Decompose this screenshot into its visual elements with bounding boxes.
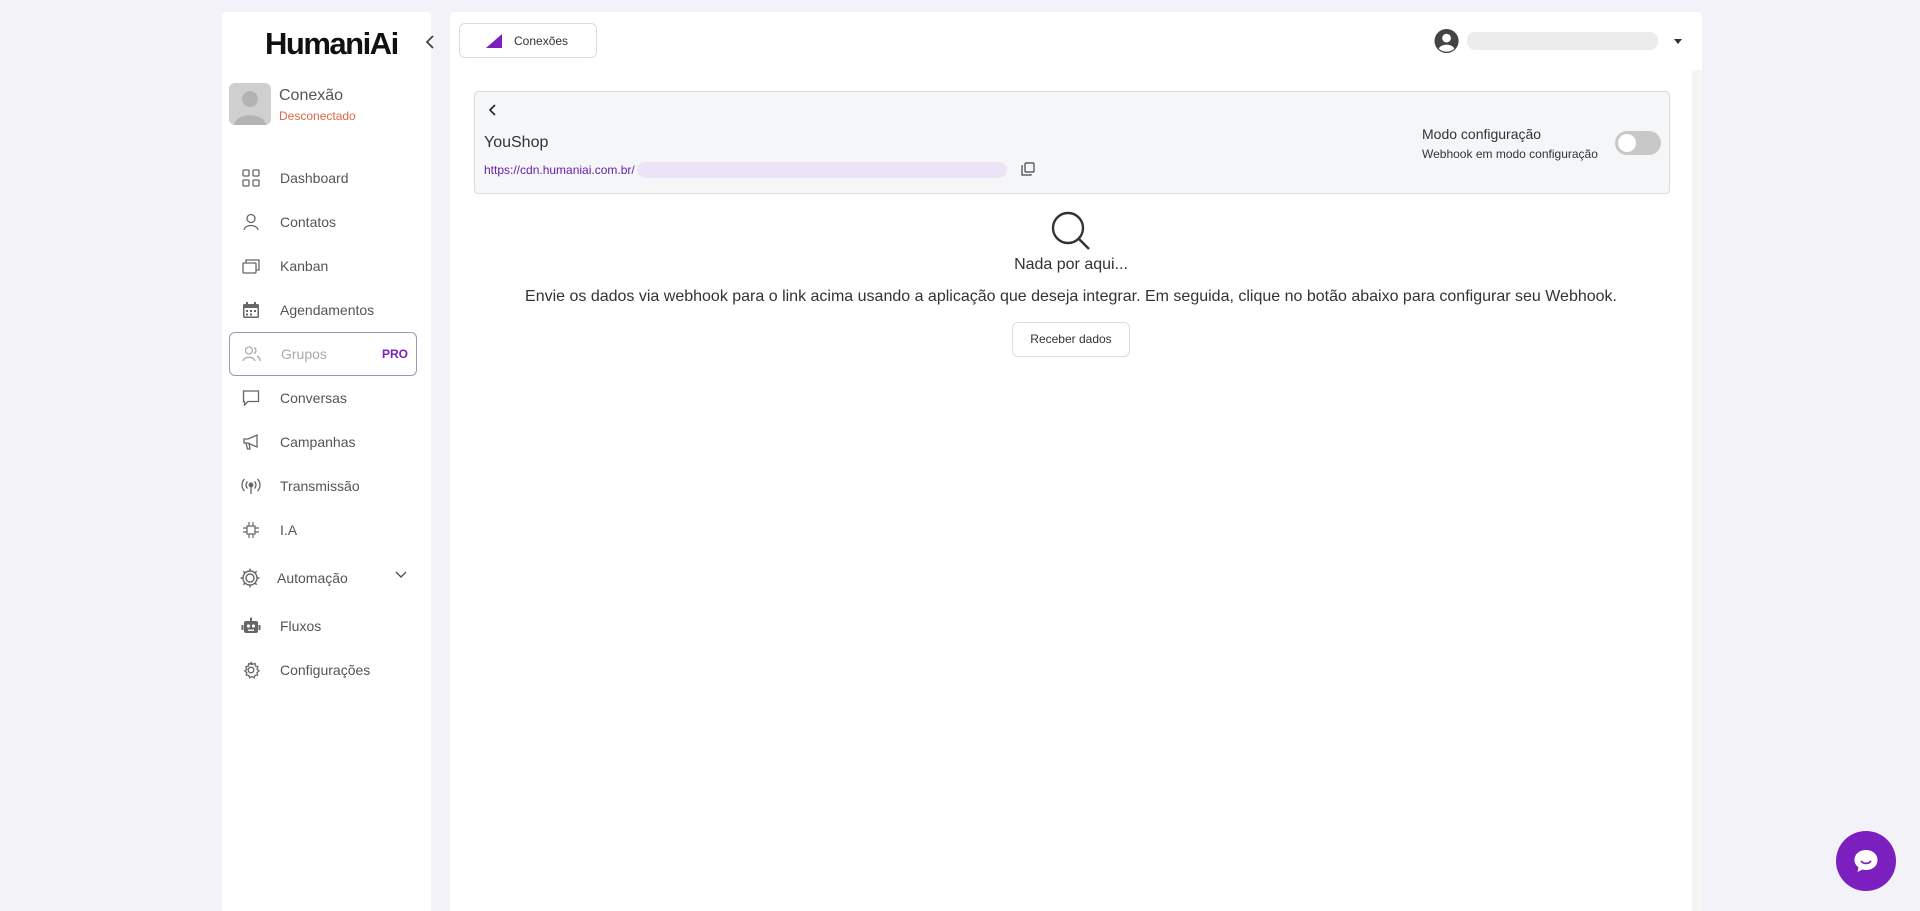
avatar: [229, 83, 271, 125]
sidebar-item-label: Transmissão: [280, 478, 360, 494]
sidebar-item-dashboard[interactable]: Dashboard: [229, 156, 417, 200]
sidebar-item-label: Dashboard: [280, 170, 349, 186]
mode-subtitle: Webhook em modo configuração: [1422, 147, 1598, 161]
user-avatar-icon: [1434, 28, 1459, 54]
user-icon: [241, 212, 261, 232]
chevron-left-icon: [488, 104, 496, 116]
sidebar-item-campanhas[interactable]: Campanhas: [229, 420, 417, 464]
integration-title: YouShop: [484, 134, 549, 151]
chip-icon: [241, 520, 261, 540]
integration-card: YouShop https://cdn.humaniai.com.br/ Mod…: [474, 91, 1670, 194]
users-icon: [242, 344, 262, 364]
sidebar-nav: Dashboard Contatos Kanban Agendamentos G…: [229, 156, 417, 692]
empty-state-title: Nada por aqui...: [1014, 256, 1128, 273]
cards-icon: [241, 256, 261, 276]
sidebar-item-label: I.A: [280, 522, 298, 538]
sidebar: HumaniAi Conexão Desconectado Dashboard …: [222, 12, 434, 911]
webhook-url[interactable]: https://cdn.humaniai.com.br/: [484, 163, 635, 177]
scrollbar[interactable]: [1692, 70, 1702, 911]
sidebar-item-agendamentos[interactable]: Agendamentos: [229, 288, 417, 332]
sidebar-item-label: Fluxos: [280, 618, 322, 634]
connection-status: Desconectado: [279, 109, 356, 123]
webhook-url-redacted: [637, 162, 1007, 178]
sidebar-item-label: Agendamentos: [280, 302, 375, 318]
chat-support-button[interactable]: [1836, 831, 1896, 891]
sidebar-item-configuracoes[interactable]: Configurações: [229, 648, 417, 692]
sidebar-item-ia[interactable]: I.A: [229, 508, 417, 552]
sidebar-item-label: Contatos: [280, 214, 337, 230]
sidebar-item-transmissao[interactable]: Transmissão: [229, 464, 417, 508]
sidebar-item-grupos[interactable]: Grupos PRO: [229, 332, 417, 376]
tab-conexoes[interactable]: Conexões: [459, 23, 597, 58]
pro-badge: PRO: [381, 347, 408, 361]
logo: HumaniAi: [265, 26, 399, 61]
sidebar-item-automacao[interactable]: Automação: [229, 552, 417, 604]
sidebar-item-label: Grupos: [281, 346, 327, 362]
triangle-logo-icon: [486, 33, 502, 48]
mode-title: Modo configuração: [1422, 126, 1542, 142]
user-name-redacted: [1467, 32, 1658, 50]
calendar-icon: [241, 300, 261, 320]
chevron-left-icon: [425, 35, 434, 49]
empty-state: Nada por aqui... Envie os dados via webh…: [450, 210, 1692, 357]
broadcast-icon: [241, 476, 261, 496]
sidebar-item-conversas[interactable]: Conversas: [229, 376, 417, 420]
sidebar-item-label: Automação: [277, 570, 348, 586]
connection-title: Conexão: [279, 87, 344, 104]
sidebar-item-label: Kanban: [280, 258, 329, 274]
search-icon: [1050, 210, 1092, 252]
caret-down-icon: [1674, 38, 1682, 44]
sidebar-item-label: Configurações: [280, 662, 371, 678]
megaphone-icon: [241, 432, 261, 452]
copy-url-button[interactable]: [1020, 161, 1036, 177]
user-menu[interactable]: [1434, 28, 1682, 54]
empty-state-description: Envie os dados via webhook para o link a…: [525, 288, 1617, 305]
config-mode-toggle[interactable]: [1615, 131, 1661, 155]
chevron-down-icon: [395, 571, 407, 578]
main-panel: Conexões YouShop https://cdn.humaniai.co…: [450, 12, 1702, 911]
chat-bubble-icon: [241, 388, 261, 408]
robot-icon: [241, 616, 261, 636]
collapse-sidebar-button[interactable]: [420, 32, 440, 52]
toggle-knob: [1618, 134, 1636, 152]
tab-label: Conexões: [514, 33, 569, 48]
grid-icon: [241, 168, 261, 188]
sidebar-item-contatos[interactable]: Contatos: [229, 200, 417, 244]
back-button[interactable]: [485, 102, 501, 118]
chat-icon: [1854, 850, 1878, 872]
receive-data-button[interactable]: Receber dados: [1012, 322, 1130, 357]
sidebar-item-label: Campanhas: [280, 434, 356, 450]
sidebar-item-kanban[interactable]: Kanban: [229, 244, 417, 288]
cog-icon: [239, 567, 261, 589]
sidebar-item-fluxos[interactable]: Fluxos: [229, 604, 417, 648]
copy-icon: [1021, 162, 1035, 176]
connection-status-card[interactable]: Conexão Desconectado: [229, 83, 419, 129]
sidebar-item-label: Conversas: [280, 390, 347, 406]
settings-icon: [241, 660, 261, 680]
